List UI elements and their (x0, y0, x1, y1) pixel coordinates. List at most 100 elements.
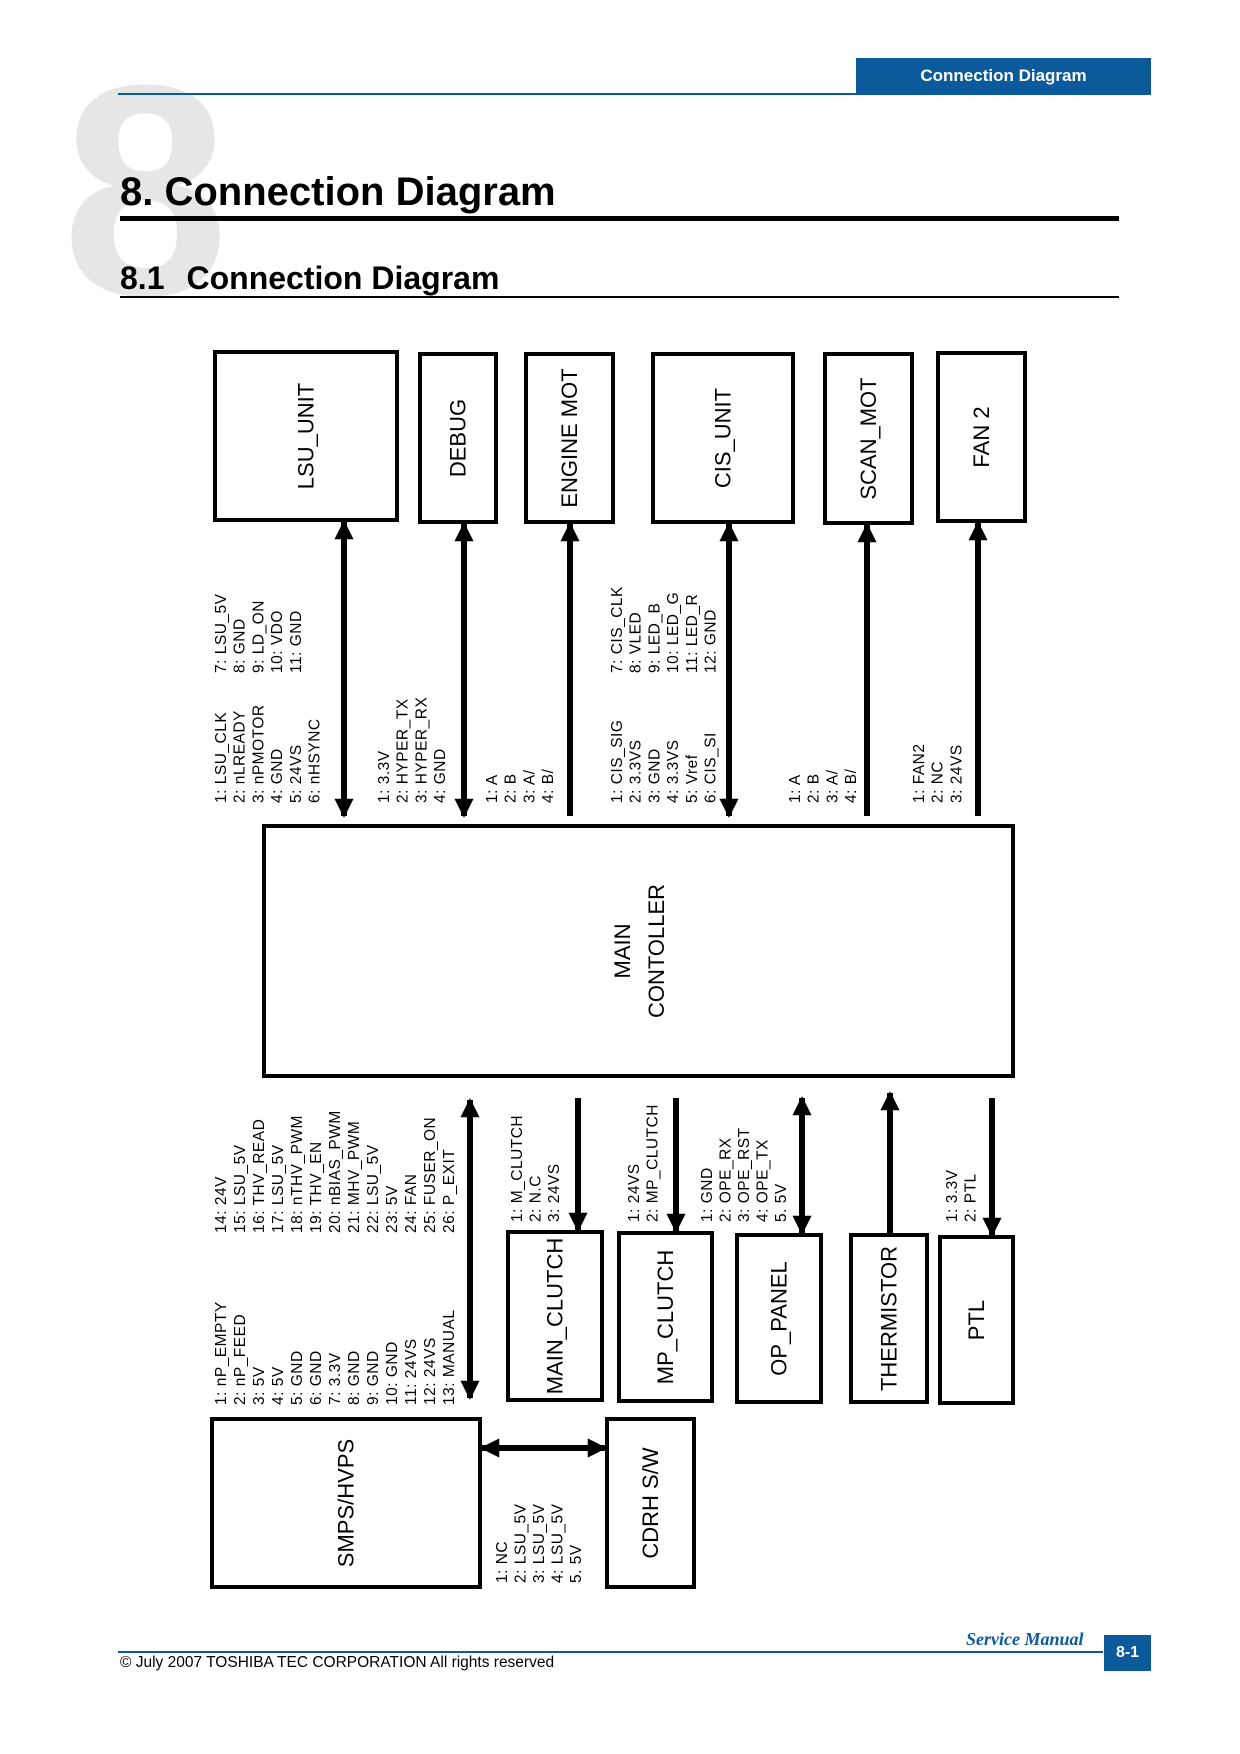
cis-unit-pin-label: 2: 3.3VS (628, 740, 645, 803)
debug-pin-label: 1: 3.3V (376, 750, 393, 803)
main-controller-label-2: CONTOLLER (644, 884, 669, 1018)
smps-hvps-pin-label: 26: P_EXIT (441, 1149, 458, 1233)
smps-hvps-pin-label: 6: GND (308, 1350, 325, 1405)
cis-unit-label: CIS_UNIT (711, 388, 736, 488)
main-clutch-pin-label: 3: 24VS (546, 1163, 563, 1222)
smps-hvps-pin-label: 9: GND (365, 1350, 382, 1405)
main-clutch-pin-label: 2: N.C (528, 1175, 545, 1222)
op-panel-pin-label: 4: OPE_TX (755, 1139, 772, 1222)
smps-hvps-pin-label: 19: THV_EN (308, 1141, 325, 1233)
cis-unit-pin-label: 6: CIS_SI (703, 732, 720, 803)
cdrh-s-w-label: CDRH S/W (638, 1447, 663, 1558)
scan-mot-pin-label: 3: A/ (824, 769, 841, 803)
smps-hvps-pin-label: 8: GND (346, 1350, 363, 1405)
smps-hvps-pin-label: 2: nP_FEED (232, 1314, 249, 1405)
op-panel-label: OP_PANEL (767, 1261, 792, 1376)
smps-hvps-pin-label: 21: MHV_PWM (346, 1121, 363, 1233)
cis-unit-pin-label: 3: GND (646, 748, 663, 803)
lsu-unit-pin-label: 2: nLREADY (232, 710, 249, 803)
main-clutch-label: MAIN_CLUTCH (543, 1238, 568, 1394)
smps-hvps-pin-label: 5: GND (289, 1350, 306, 1405)
service-manual-label: Service Manual (966, 1629, 1084, 1649)
fan-2-pin-label: 1: FAN2 (911, 744, 928, 804)
fan-2-pin-label: 3: 24VS (948, 744, 965, 803)
smps-hvps-pin-label: 25: FUSER_ON (422, 1117, 439, 1233)
op-panel-pin-label: 5. 5V (773, 1183, 790, 1222)
cis-unit-pin-label: 10: LED_G (665, 592, 682, 673)
cis-unit-pin-label: 4: 3.3VS (665, 740, 682, 803)
connection-diagram: MAIN CONTOLLER LSU_UNIT DEBUG ENGINE MOT CIS_… (210, 350, 1027, 1589)
mp-clutch-label: MP_CLUTCH (653, 1250, 678, 1384)
footer-rule (118, 1651, 1103, 1653)
ptl-pin-label: 1: 3.3V (944, 1169, 961, 1222)
debug-pin-label: 4: GND (432, 748, 449, 803)
lsu-unit-pin-label: 1: LSU_CLK (213, 712, 230, 803)
smps-hvps-pin-label: 16: THV_READ (251, 1119, 268, 1233)
op-panel-pin-label: 2: OPE_RX (718, 1137, 735, 1222)
smps-hvps-label: SMPS/HVPS (334, 1439, 359, 1567)
fan-2-pin-label: 2: NC (930, 761, 947, 803)
smps-hvps-pin-label: 10: GND (384, 1341, 401, 1405)
smps-hvps-pin-label: 4: 5V (270, 1366, 287, 1405)
lsu-unit-pin-label: 5: 24VS (288, 744, 305, 803)
page-number: 8-1 (1104, 1635, 1151, 1671)
smps-hvps-pin-label: 23: 5V (384, 1185, 401, 1233)
smps-hvps-pin-label: 7: 3.3V (327, 1352, 344, 1405)
op-panel-pin-label: 3: OPE_RST (736, 1127, 753, 1222)
op-panel-pin-label: 1: GND (699, 1167, 716, 1222)
mp-clutch-pin-label: 2: MP_CLUTCH (645, 1104, 662, 1222)
cdrh-s-w-pin-label: 1: NC (494, 1541, 511, 1583)
lsu-unit-pin-label: 11: GND (288, 610, 305, 673)
engine-mot-pin-label: 1: A (484, 774, 501, 803)
smps-hvps-pin-label: 15: LSU_5V (232, 1144, 249, 1233)
cdrh-s-w-pin-label: 4: LSU_5V (550, 1503, 567, 1583)
cis-unit-pin-label: 9: LED_B (646, 603, 663, 673)
cis-unit-pin-label: 7: CIS_CLK (609, 586, 626, 673)
smps-hvps-pin-label: 11: 24VS (403, 1338, 420, 1405)
debug-pin-label: 2: HYPER_TX (395, 698, 412, 803)
lsu-unit-pin-label: 8: GND (232, 618, 249, 673)
cis-unit-pin-label: 5: Vref (684, 754, 701, 803)
smps-hvps-pin-label: 17: LSU_5V (270, 1144, 287, 1233)
scan-mot-pin-label: 2: B (806, 773, 823, 803)
lsu-unit-pin-label: 4: GND (269, 748, 286, 803)
engine-mot-pin-label: 4: B/ (540, 768, 557, 803)
lsu-unit-pin-label: 10: VDO (269, 610, 286, 673)
smps-hvps-pin-label: 3: 5V (251, 1366, 268, 1405)
lsu-unit-pin-label: 3: nPMOTOR (250, 704, 267, 803)
smps-hvps-pin-label: 12: 24VS (422, 1337, 439, 1405)
smps-hvps-pin-label: 14: 24V (213, 1176, 230, 1233)
main-controller-label-1: MAIN (610, 924, 635, 979)
cdrh-s-w-pin-label: 2: LSU_5V (513, 1503, 530, 1583)
engine-mot-pin-label: 3: A/ (521, 769, 538, 803)
fan-2-label: FAN 2 (969, 406, 994, 467)
mp-clutch-pin-label: 1: 24VS (626, 1163, 643, 1222)
cis-unit-pin-label: 12: GND (703, 609, 720, 673)
smps-hvps-pin-label: 20: nBIAS_PWM (327, 1110, 344, 1233)
smps-hvps-pin-label: 18: nTHV_PWM (289, 1115, 306, 1233)
cis-unit-pin-label: 8: VLED (628, 612, 645, 673)
cis-unit-pin-label: 1: CIS_SIG (609, 720, 626, 803)
smps-hvps-pin-label: 1: nP_EMPTY (213, 1301, 230, 1405)
lsu-unit-label: LSU_UNIT (294, 383, 319, 489)
smps-hvps-pin-label: 24: FAN (403, 1174, 420, 1234)
lsu-unit-pin-label: 7: LSU_5V (213, 593, 230, 673)
cdrh-s-w-pin-label: 3: LSU_5V (531, 1503, 548, 1583)
smps-hvps-pin-label: 22: LSU_5V (365, 1144, 382, 1233)
ptl-pin-label: 2: PTL (963, 1173, 980, 1222)
debug-pin-label: 3: HYPER_RX (413, 697, 430, 803)
scan-mot-label: SCAN_MOT (856, 377, 881, 499)
lsu-unit-pin-label: 9: LD_ON (250, 600, 267, 673)
main-controller-box (262, 824, 1015, 1078)
scan-mot-pin-label: 1: A (787, 774, 804, 803)
engine-mot-pin-label: 2: B (503, 773, 520, 803)
scan-mot-pin-label: 4: B/ (843, 768, 860, 803)
main-clutch-pin-label: 1: M_CLUTCH (509, 1115, 526, 1222)
cdrh-s-w-pin-label: 5. 5V (568, 1544, 585, 1583)
debug-label: DEBUG (446, 399, 471, 477)
lsu-unit-pin-label: 6: nHSYNC (307, 718, 324, 803)
engine-mot-label: ENGINE MOT (557, 368, 582, 507)
ptl-label: PTL (964, 1300, 989, 1340)
copyright-text: © July 2007 TOSHIBA TEC CORPORATION All … (120, 1654, 555, 1671)
smps-hvps-pin-label: 13: MANUAL (441, 1310, 458, 1405)
